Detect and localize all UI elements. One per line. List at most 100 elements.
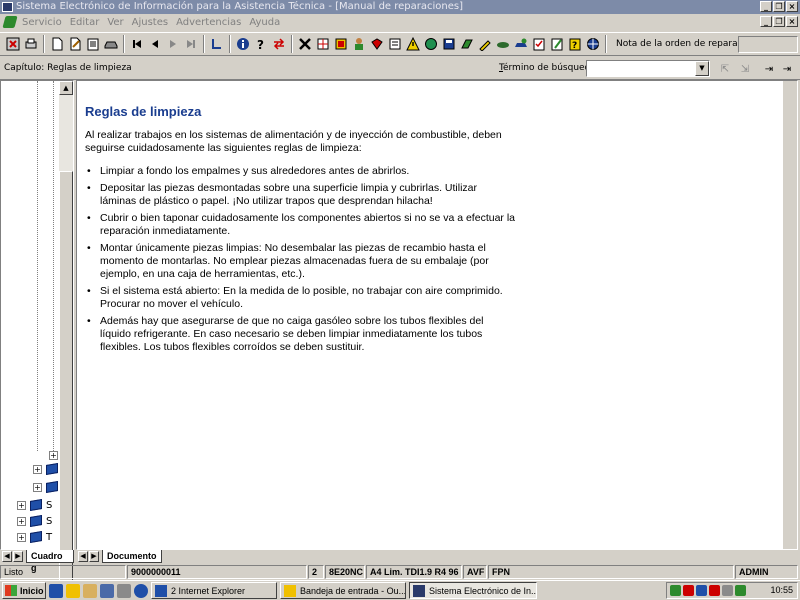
expand-icon[interactable]: + (33, 482, 42, 492)
tree-node[interactable]: + (33, 461, 62, 477)
tree-scrollbar[interactable]: ▲ (59, 81, 73, 581)
warning-icon[interactable] (404, 35, 421, 53)
menu-bar: Servicio Editar Ver Ajustes Advertencias… (0, 14, 800, 30)
manual-icon[interactable] (386, 35, 403, 53)
info-icon[interactable] (234, 35, 251, 53)
tray-app-icon[interactable] (735, 585, 746, 596)
expand-right-icon[interactable]: ⇥ (778, 60, 796, 78)
help-icon[interactable]: ? (252, 35, 269, 53)
antivirus-icon[interactable] (709, 585, 720, 596)
diagram-icon[interactable] (332, 35, 349, 53)
desktop-quicklaunch-icon[interactable] (100, 583, 114, 598)
green-book-icon[interactable] (458, 35, 475, 53)
task-label: 2 Internet Explorer (171, 585, 246, 596)
search-prev-icon[interactable]: ⇱ (716, 60, 734, 78)
blue-globe-icon[interactable] (584, 35, 601, 53)
expand-left-icon[interactable]: ⇥ (760, 60, 778, 78)
expand-icon[interactable]: + (49, 450, 58, 460)
tab-next-icon[interactable]: ▶ (13, 551, 23, 562)
menu-ajustes[interactable]: Ajustes (132, 17, 168, 28)
menu-ayuda[interactable]: Ayuda (249, 17, 280, 28)
previous-page-icon[interactable] (146, 35, 163, 53)
document-pane: Reglas de limpieza Al realizar trabajos … (76, 80, 798, 550)
close-button[interactable]: × (786, 1, 798, 12)
next-page-icon[interactable] (164, 35, 181, 53)
expand-icon[interactable]: + (17, 532, 26, 542)
scroll-thumb[interactable] (59, 171, 73, 581)
question-doc-icon[interactable]: ? (566, 35, 583, 53)
swap-icon[interactable] (270, 35, 287, 53)
media-quicklaunch-icon[interactable] (134, 583, 148, 598)
doc-close-button[interactable]: × (786, 16, 798, 27)
monitor-icon[interactable] (696, 585, 707, 596)
book-icon (46, 462, 58, 476)
restore-button[interactable]: ❐ (773, 1, 785, 12)
expand-icon[interactable]: + (17, 500, 26, 510)
save-icon[interactable] (440, 35, 457, 53)
task-elsa[interactable]: Sistema Electrónico de In... (409, 582, 537, 599)
task-outlook[interactable]: Bandeja de entrada - Ou... (280, 582, 406, 599)
globe-icon[interactable] (422, 35, 439, 53)
expand-icon[interactable]: + (33, 464, 42, 474)
app-quicklaunch-icon[interactable] (117, 583, 131, 598)
repair-order-note-field[interactable] (738, 36, 798, 53)
last-page-icon[interactable] (182, 35, 199, 53)
exit-icon[interactable] (4, 35, 21, 53)
tree-node[interactable]: + S (17, 513, 52, 529)
vehicle-icon[interactable] (102, 35, 119, 53)
start-button[interactable]: Inicio (2, 582, 46, 599)
mechanic-icon[interactable] (350, 35, 367, 53)
folder-quicklaunch-icon[interactable] (83, 583, 97, 598)
system-tray: 10:55 (666, 582, 798, 599)
tools-icon[interactable] (296, 35, 313, 53)
wiring-icon[interactable] (314, 35, 331, 53)
document-scrollbar[interactable] (783, 81, 797, 549)
toolbar-separator (605, 35, 607, 53)
first-page-icon[interactable] (128, 35, 145, 53)
menu-advertencias[interactable]: Advertencias (176, 17, 241, 28)
new-document-icon[interactable] (48, 35, 65, 53)
tab-cuadro[interactable]: Cuadro g (26, 550, 74, 573)
alert-icon[interactable] (683, 585, 694, 596)
menu-editar[interactable]: Editar (70, 17, 100, 28)
network-icon[interactable] (670, 585, 681, 596)
red-book-icon[interactable] (368, 35, 385, 53)
chevron-down-icon[interactable]: ▼ (695, 61, 709, 76)
tab-next-icon[interactable]: ▶ (89, 551, 99, 562)
doc-restore-button[interactable]: ❐ (773, 16, 785, 27)
ie-quicklaunch-icon[interactable] (49, 583, 63, 598)
search-label: Término de búsqueda: (499, 63, 599, 73)
tree-node[interactable]: + (33, 479, 62, 495)
search-term-combo[interactable]: ▼ (586, 60, 710, 77)
tab-prev-icon[interactable]: ◀ (2, 551, 12, 562)
doc-minimize-button[interactable]: _ (760, 16, 772, 27)
print-icon[interactable] (22, 35, 39, 53)
status-state: Listo (0, 565, 126, 579)
volume-icon[interactable] (722, 585, 733, 596)
outlook-quicklaunch-icon[interactable] (66, 583, 80, 598)
task-internet-explorer[interactable]: 2 Internet Explorer (151, 582, 277, 599)
tab-documento[interactable]: Documento (102, 550, 162, 563)
pencil-icon[interactable] (476, 35, 493, 53)
back-link-icon[interactable] (208, 35, 225, 53)
document-window-controls: _ ❐ × (760, 16, 798, 27)
tree-node[interactable]: + S (17, 497, 52, 513)
edit-note-icon[interactable] (548, 35, 565, 53)
expand-icon[interactable]: + (17, 516, 26, 526)
elsa-icon (413, 584, 425, 597)
notes-icon[interactable] (84, 35, 101, 53)
minimize-button[interactable]: _ (760, 1, 772, 12)
search-next-icon[interactable]: ⇲ (736, 60, 754, 78)
tab-prev-icon[interactable]: ◀ (78, 551, 88, 562)
diagnosis-car-icon[interactable] (512, 35, 529, 53)
edit-document-icon[interactable] (66, 35, 83, 53)
checklist-icon[interactable] (530, 35, 547, 53)
scroll-up-icon[interactable]: ▲ (59, 81, 73, 95)
tree-guide-line (53, 81, 54, 451)
car-icon[interactable] (494, 35, 511, 53)
tree-node[interactable]: + T (17, 529, 52, 545)
rule-item: Limpiar a fondo los empalmes y sus alred… (85, 165, 515, 178)
menu-servicio[interactable]: Servicio (22, 17, 62, 28)
book-icon (30, 530, 42, 544)
menu-ver[interactable]: Ver (107, 17, 123, 28)
